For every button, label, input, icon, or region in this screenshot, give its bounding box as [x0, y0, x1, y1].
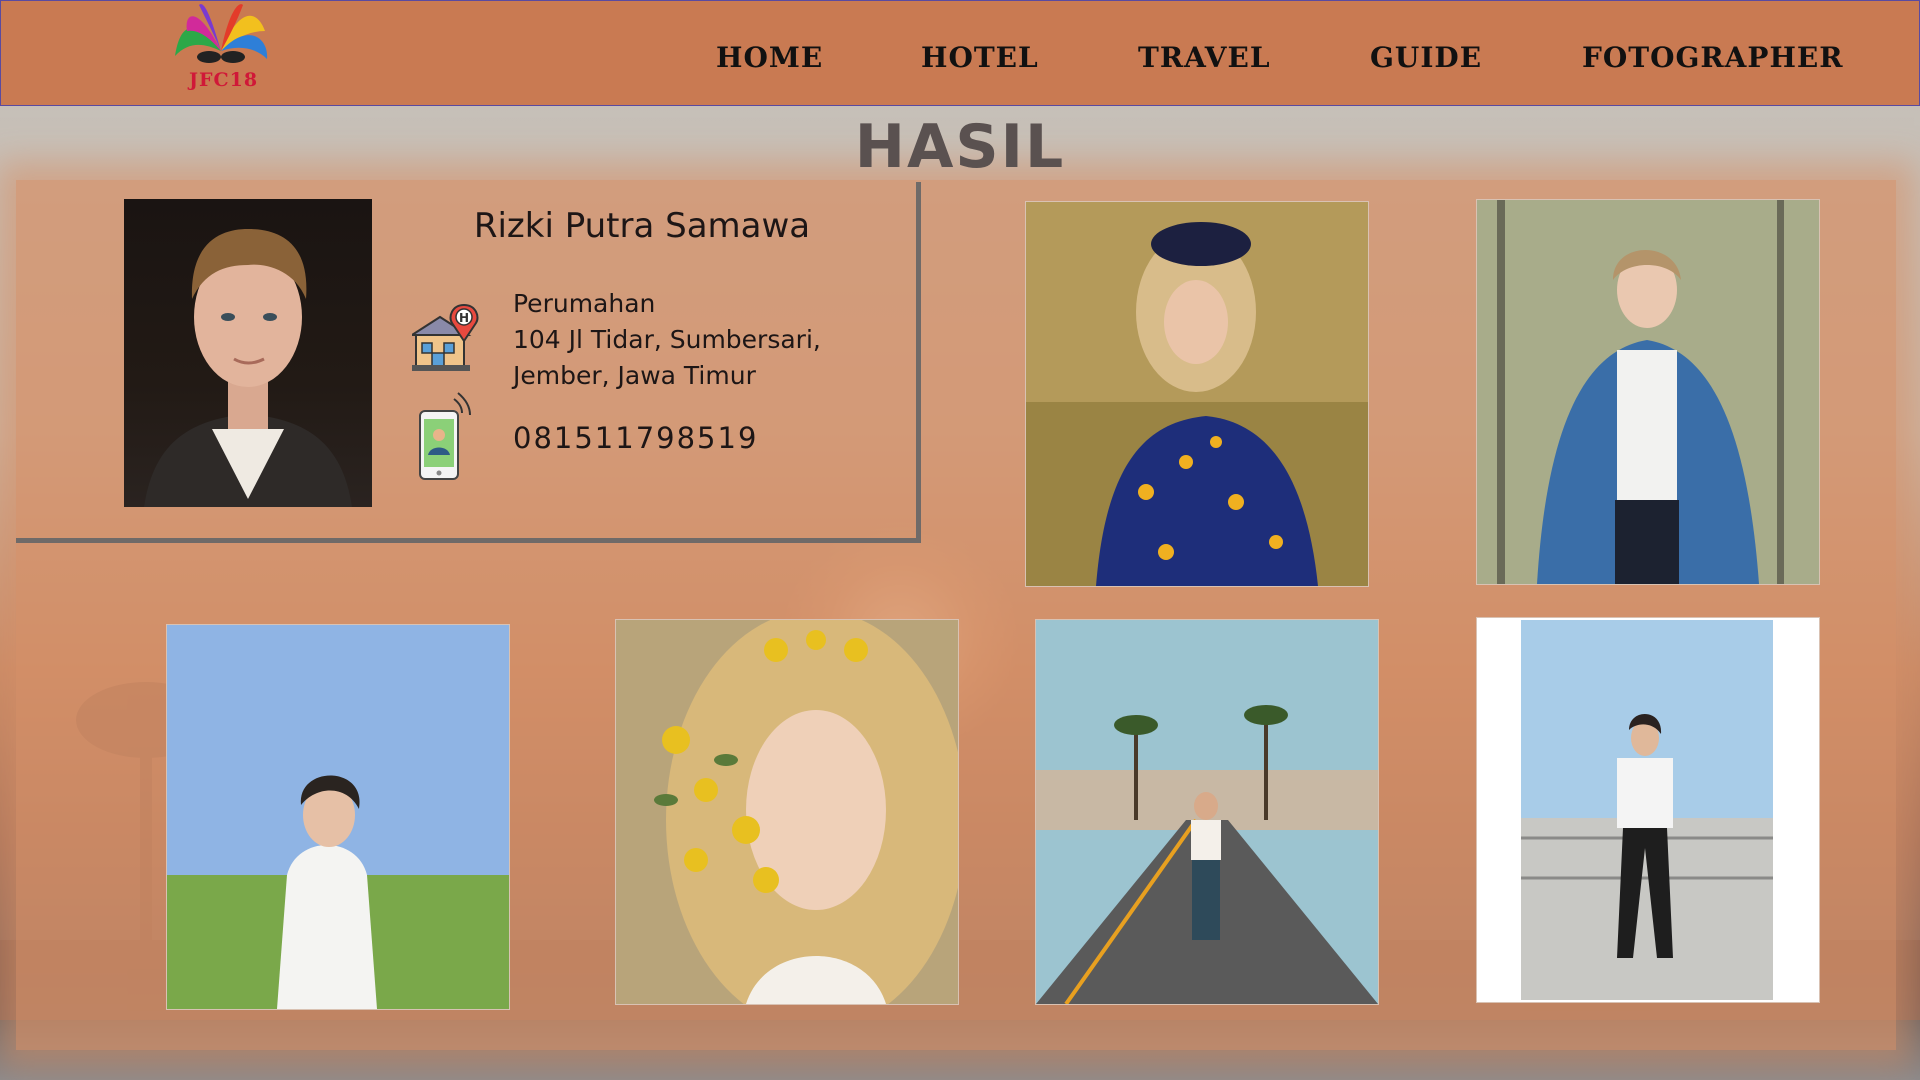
woman-palm-street-photo [1036, 620, 1378, 1004]
svg-text:H: H [459, 311, 469, 325]
nav-travel[interactable]: TRAVEL [1138, 41, 1271, 74]
man-denim-shirt-photo [1477, 200, 1819, 584]
hotel-location-icon: H [408, 303, 484, 375]
profile-photo [124, 199, 372, 507]
gallery-image-4[interactable] [615, 619, 959, 1005]
address-line-1: Perumahan [513, 289, 656, 318]
logo-number: 18 [229, 69, 259, 91]
smartphone-contact-icon [416, 391, 482, 483]
nav-home[interactable]: HOME [716, 41, 823, 74]
page-title: HASIL [854, 112, 1066, 182]
nav-fotographer[interactable]: FOTOGRAPHER [1582, 41, 1844, 74]
nav-hotel[interactable]: HOTEL [921, 41, 1039, 74]
logo-text: JFC18 [189, 69, 259, 91]
woman-floral-dress-photo [1026, 202, 1368, 586]
gallery-image-6[interactable] [1476, 617, 1820, 1003]
gallery-image-1[interactable] [1025, 201, 1369, 587]
gallery-image-3[interactable] [166, 624, 510, 1010]
blonde-woman-flowers-photo [616, 620, 958, 1004]
jfc-logo[interactable]: JFC18 [169, 1, 273, 99]
woman-rooftop-photo [1477, 618, 1819, 1002]
gallery-image-2[interactable] [1476, 199, 1820, 585]
profile-address: Perumahan 104 Jl Tidar, Sumbersari, Jemb… [513, 286, 821, 394]
gallery-image-5[interactable] [1035, 619, 1379, 1005]
young-man-field-photo [167, 625, 509, 1009]
nav-guide[interactable]: GUIDE [1370, 41, 1482, 74]
profile-name: Rizki Putra Samawa [473, 206, 811, 246]
top-navbar: JFC18 HOME HOTEL TRAVEL GUIDE FOTOGRAPHE… [0, 0, 1920, 106]
address-line-3: Jember, Jawa Timur [513, 361, 756, 390]
address-line-2: 104 Jl Tidar, Sumbersari, [513, 325, 821, 354]
profile-phone: 081511798519 [513, 421, 759, 455]
profile-portrait-image [144, 229, 352, 507]
